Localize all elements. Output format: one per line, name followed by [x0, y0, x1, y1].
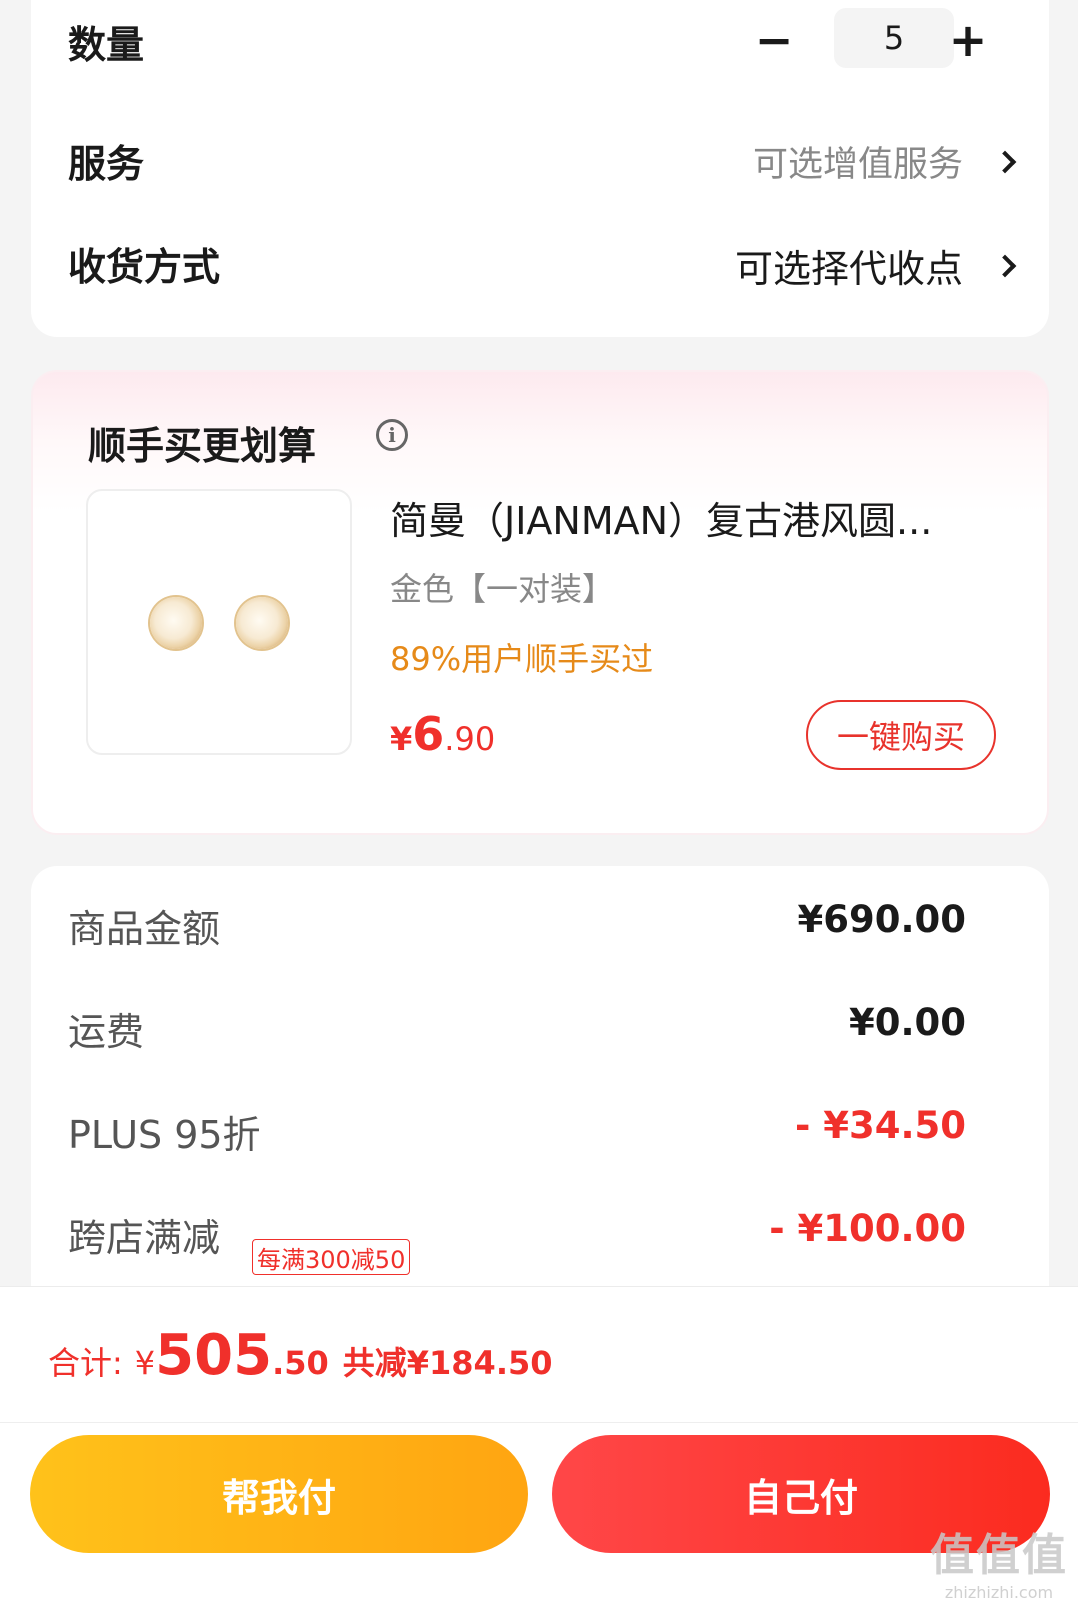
watermark: 值值值 zhizhizhi.com: [930, 1519, 1068, 1602]
info-icon[interactable]: i: [376, 419, 408, 451]
pay-for-me-button[interactable]: 帮我付: [30, 1435, 528, 1553]
quantity-increase-button[interactable]: +: [938, 10, 998, 70]
quantity-label: 数量: [68, 23, 145, 67]
total-label: 合计:: [48, 1344, 123, 1382]
product-name[interactable]: 简曼（JIANMAN）复古港风圆...: [390, 490, 1000, 545]
order-options-card: 数量 − 5 + 服务 可选增值服务 收货方式 可选择代收点: [31, 0, 1049, 337]
service-value: 可选增值服务: [752, 145, 963, 185]
total-currency: ¥: [134, 1344, 156, 1382]
quantity-decrease-button[interactable]: −: [744, 10, 804, 70]
product-price-decimal: .90: [444, 720, 496, 758]
checkout-bottom-bar: 合计: ¥ 505 .50 共减¥184.50 帮我付 自己付 值值值 zhiz…: [0, 1286, 1078, 1608]
earring-left-icon: [150, 597, 202, 649]
summary-value-goods: ¥690.00: [797, 898, 966, 941]
chevron-right-icon: [993, 254, 1017, 277]
watermark-logo: 值值值: [930, 1530, 1068, 1581]
service-label: 服务: [68, 142, 145, 186]
delivery-label: 收货方式: [68, 245, 221, 289]
quantity-value[interactable]: 5: [834, 8, 954, 68]
total-integer: 505: [155, 1323, 273, 1388]
product-popularity-hint: 89%用户顺手买过: [390, 640, 654, 678]
watermark-url: zhizhizhi.com: [944, 1583, 1054, 1602]
total-amount: 合计: ¥ 505 .50 共减¥184.50: [48, 1323, 553, 1388]
summary-value-plus-discount: - ¥34.50: [794, 1104, 966, 1147]
delivery-value: 可选择代收点: [734, 247, 963, 291]
divider: [0, 1422, 1078, 1423]
total-decimal: .50: [272, 1344, 329, 1382]
summary-label-goods: 商品金额: [68, 907, 221, 951]
summary-value-shipping: ¥0.00: [848, 1001, 966, 1044]
summary-label-cross-store: 跨店满减: [68, 1216, 221, 1260]
delivery-selector[interactable]: 可选择代收点: [734, 238, 1017, 293]
chevron-right-icon: [993, 150, 1017, 173]
product-price: ¥ 6 .90: [390, 707, 495, 761]
checkout-page: 数量 − 5 + 服务 可选增值服务 收货方式 可选择代收点 顺手买更划算 i …: [0, 0, 1078, 1608]
earring-right-icon: [236, 597, 288, 649]
product-image[interactable]: [86, 489, 352, 755]
price-summary-card: 商品金额 ¥690.00 运费 ¥0.00 PLUS 95折 - ¥34.50 …: [31, 866, 1049, 1286]
recommend-title: 顺手买更划算: [88, 424, 317, 468]
promo-tag: 每满300减50: [252, 1239, 411, 1275]
summary-label-plus-discount: PLUS 95折: [68, 1113, 261, 1157]
product-price-integer: 6: [412, 707, 445, 761]
recommend-card: 顺手买更划算 i 简曼（JIANMAN）复古港风圆... 金色【一对装】 89%…: [31, 370, 1049, 835]
product-price-currency: ¥: [390, 720, 413, 758]
total-saved: 共减¥184.50: [342, 1344, 553, 1382]
one-click-buy-button[interactable]: 一键购买: [806, 700, 996, 770]
summary-value-cross-store: - ¥100.00: [769, 1207, 966, 1250]
service-selector[interactable]: 可选增值服务: [752, 136, 1017, 187]
summary-label-shipping: 运费: [68, 1010, 145, 1054]
product-spec: 金色【一对装】: [390, 570, 615, 608]
